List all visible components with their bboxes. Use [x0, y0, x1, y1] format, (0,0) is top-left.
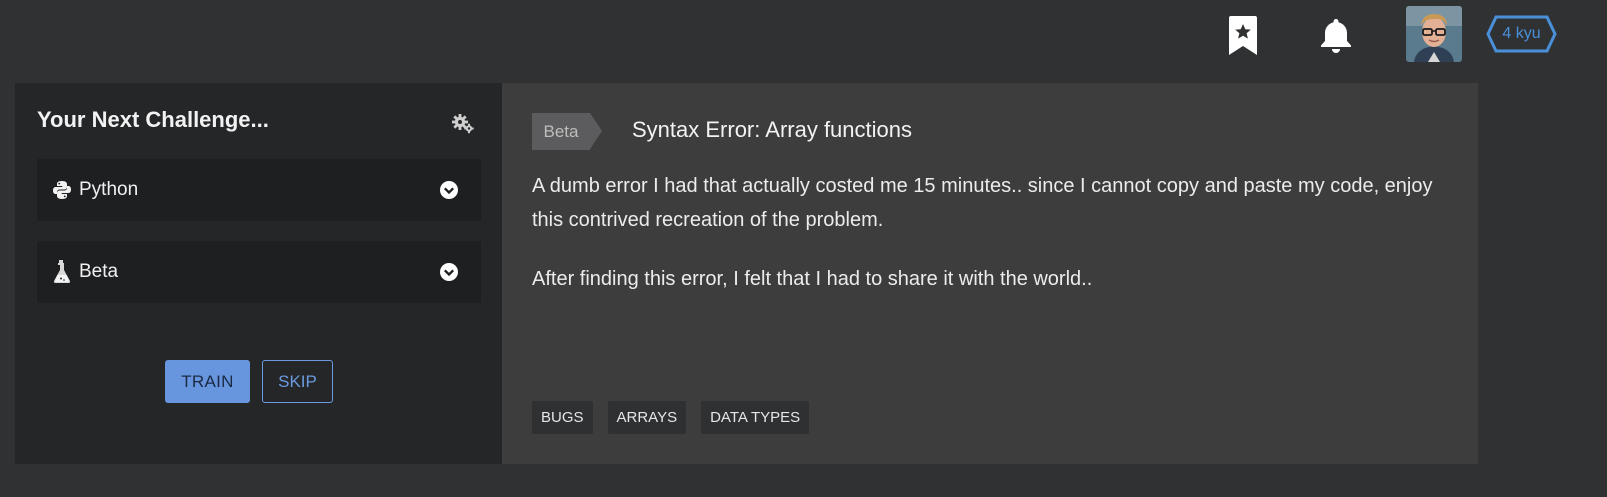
description-paragraph: A dumb error I had that actually costed …	[532, 175, 1433, 231]
description-paragraph: After finding this error, I felt that I …	[532, 268, 1093, 290]
flask-icon	[51, 260, 73, 284]
bookmark-star-icon[interactable]	[1225, 14, 1261, 58]
tag-data-types[interactable]: DATA TYPES	[701, 401, 810, 434]
rank-label: 4 kyu	[1502, 25, 1541, 42]
chevron-down-icon	[439, 180, 459, 200]
python-icon	[51, 178, 73, 202]
rank-badge[interactable]: 4 kyu	[1486, 15, 1557, 53]
top-bar: 4 kyu	[0, 0, 1607, 80]
kata-title-link[interactable]: Syntax Error: Array functions	[632, 117, 912, 143]
train-button[interactable]: TRAIN	[165, 360, 250, 403]
chevron-down-icon	[439, 262, 459, 282]
approach-select[interactable]: Beta	[37, 241, 481, 303]
tag-arrays[interactable]: ARRAYS	[607, 401, 687, 434]
tag-list: BUGS ARRAYS DATA TYPES	[532, 401, 824, 434]
next-challenge-title: Your Next Challenge...	[37, 107, 269, 132]
approach-label: Beta	[79, 261, 119, 282]
language-label: Python	[79, 179, 139, 200]
skip-button[interactable]: SKIP	[262, 360, 333, 403]
beta-badge-label: Beta	[532, 113, 590, 150]
language-select[interactable]: Python	[37, 159, 481, 221]
next-challenge-panel: Your Next Challenge... Python Beta TRAIN…	[15, 83, 502, 464]
user-avatar[interactable]	[1406, 6, 1462, 62]
kata-panel: Beta Syntax Error: Array functions A dum…	[502, 83, 1478, 464]
tag-bugs[interactable]: BUGS	[532, 401, 593, 434]
bell-icon[interactable]	[1318, 14, 1354, 58]
kata-description: A dumb error I had that actually costed …	[532, 169, 1452, 321]
beta-badge-arrow	[590, 113, 602, 149]
gear-icon[interactable]	[451, 111, 475, 135]
